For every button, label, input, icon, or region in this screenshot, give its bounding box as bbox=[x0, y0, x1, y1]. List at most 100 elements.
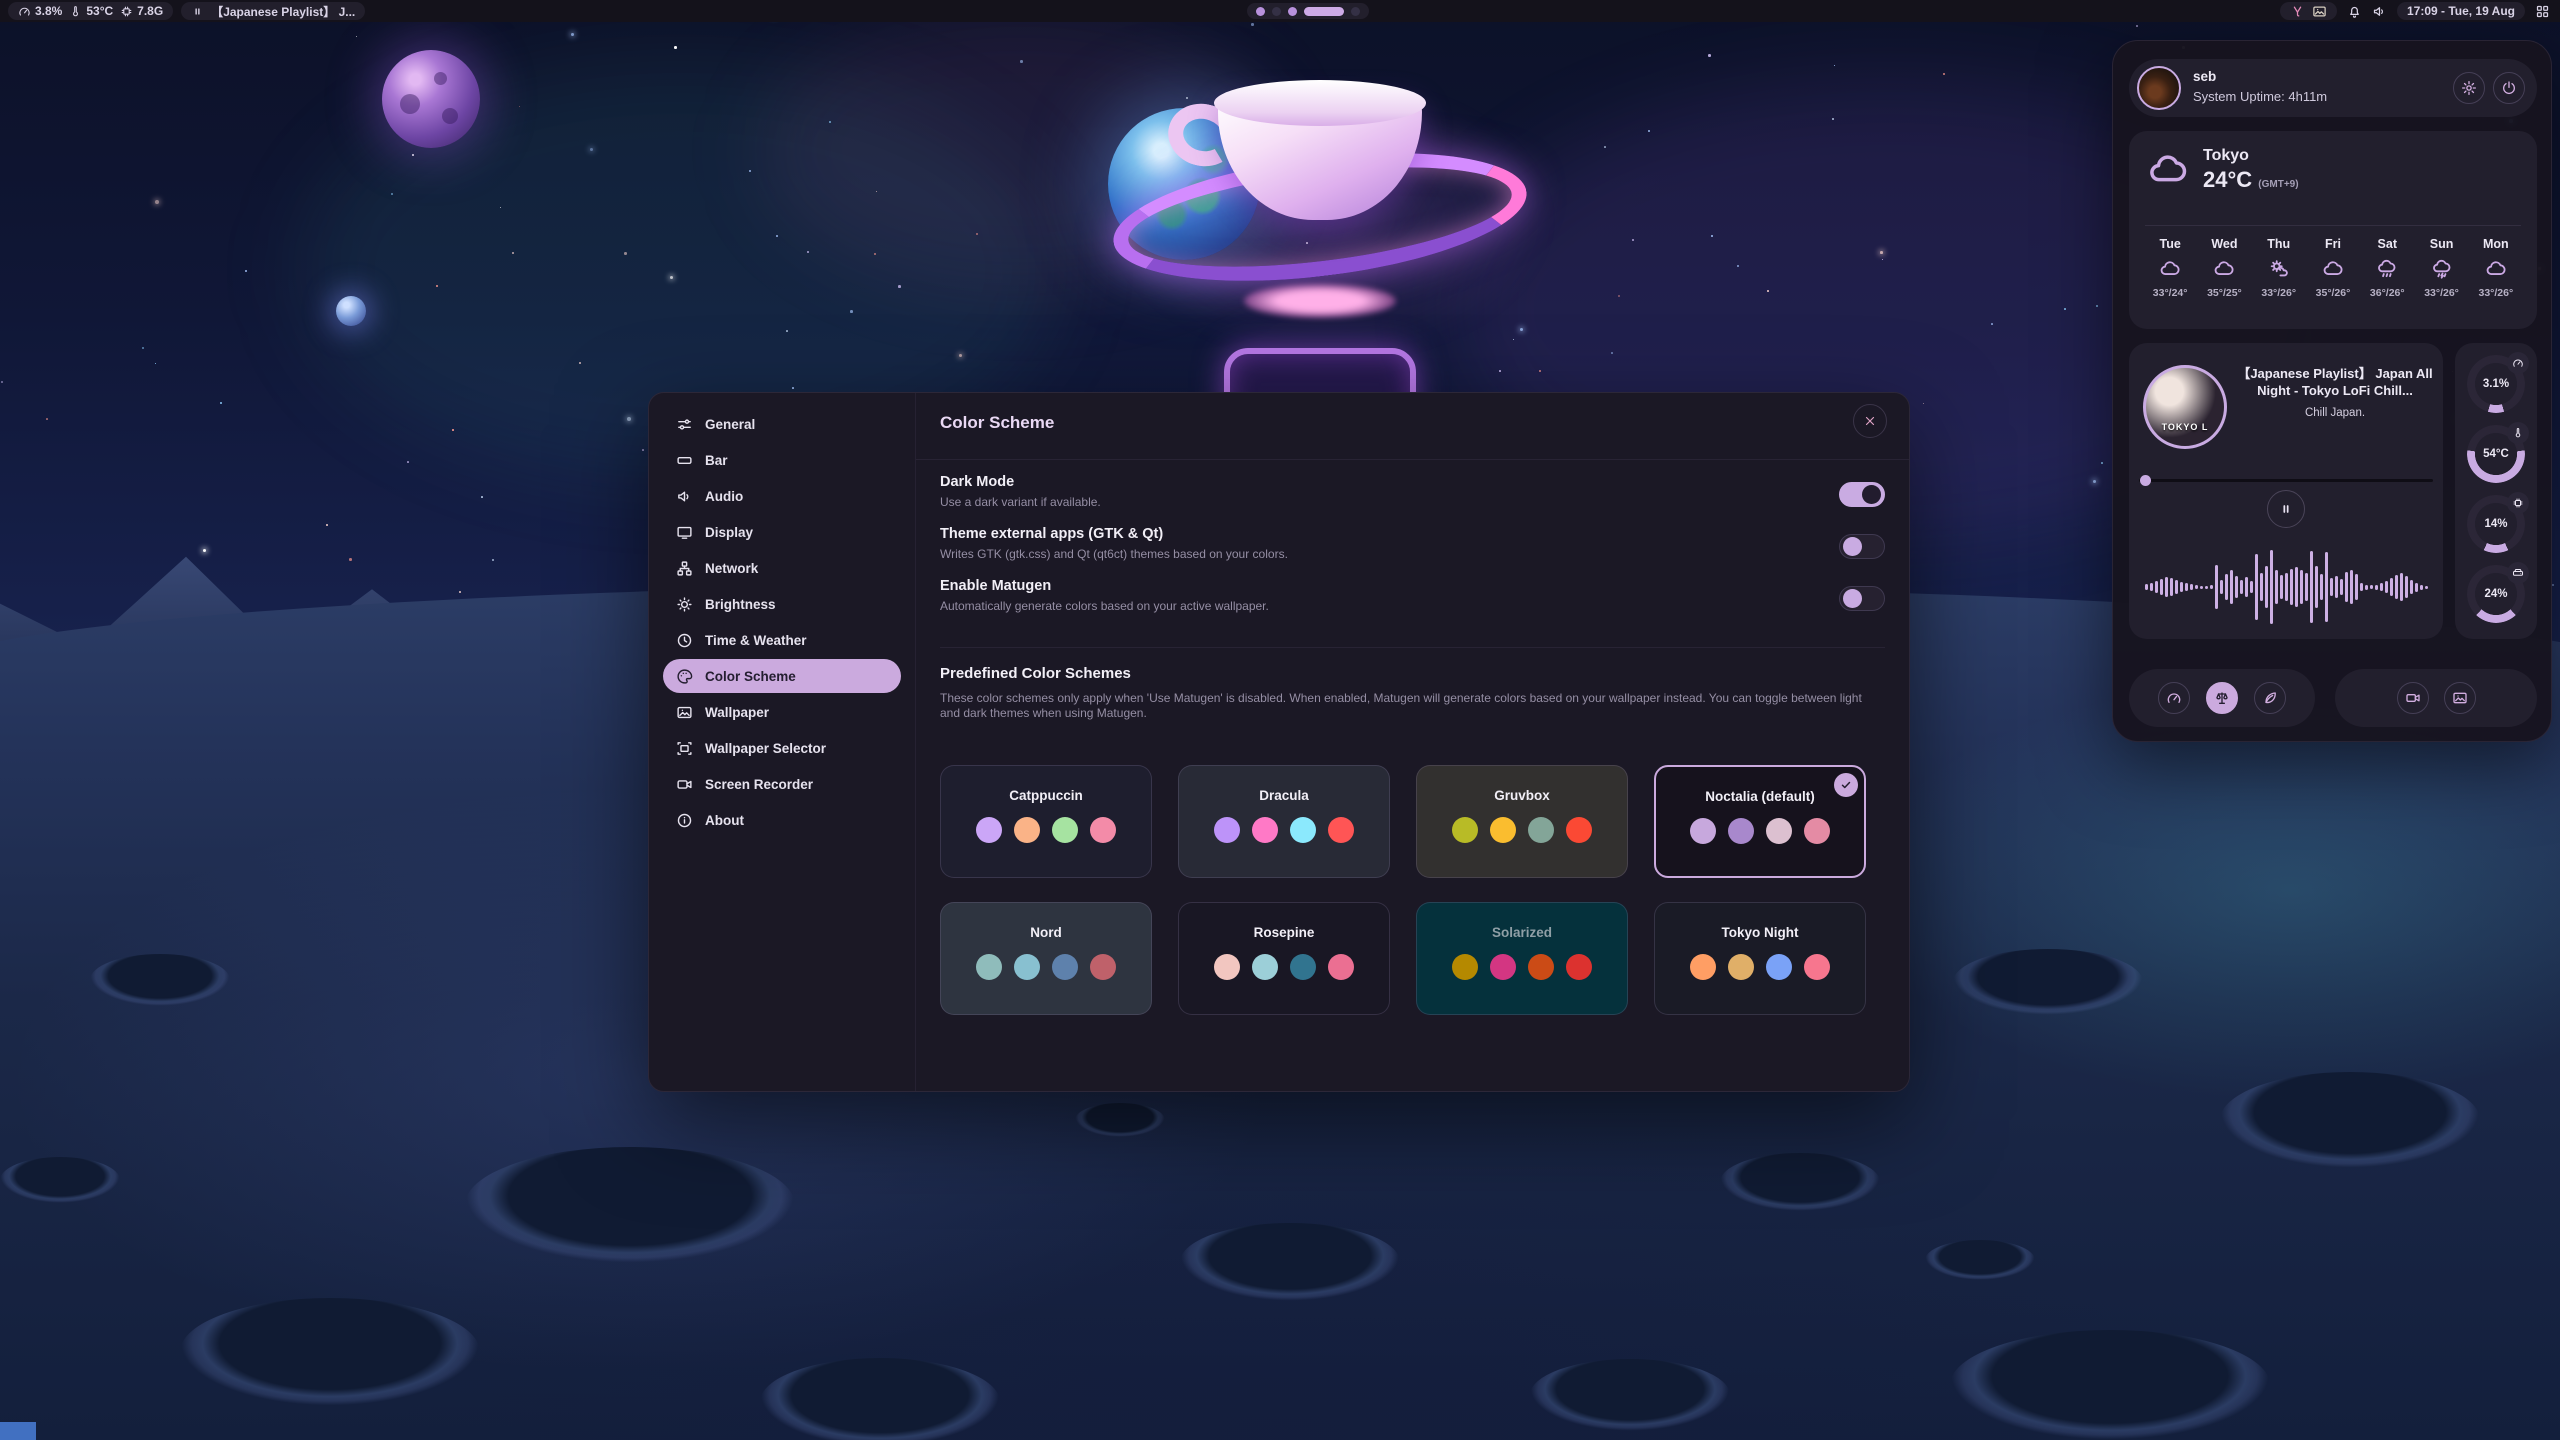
workspace-dot[interactable] bbox=[1351, 7, 1360, 16]
weather-day-mon: Mon33°/26° bbox=[2469, 237, 2523, 299]
scheme-card-gruvbox[interactable]: Gruvbox bbox=[1416, 765, 1628, 878]
color-swatch bbox=[1452, 954, 1478, 980]
tray-app-icon[interactable] bbox=[2290, 4, 2305, 19]
day-temps: 35°/26° bbox=[2316, 287, 2351, 299]
gauge-thermometer: 54°C bbox=[2467, 425, 2525, 483]
star bbox=[792, 387, 794, 389]
sidebar-item-bar[interactable]: Bar bbox=[663, 443, 901, 477]
viz-bar bbox=[2255, 554, 2258, 620]
toggle-rows: Dark ModeUse a dark variant if available… bbox=[940, 471, 1885, 627]
star bbox=[1499, 370, 1501, 372]
scheme-card-tokyo-night[interactable]: Tokyo Night bbox=[1654, 902, 1866, 1015]
sidebar-item-network[interactable]: Network bbox=[663, 551, 901, 585]
day-temps: 33°/26° bbox=[2424, 287, 2459, 299]
viz-bar bbox=[2275, 570, 2278, 604]
quick-button-wallpaper[interactable] bbox=[2444, 682, 2476, 714]
sidebar-item-wallpaper-selector[interactable]: Wallpaper Selector bbox=[663, 731, 901, 765]
viz-bar bbox=[2385, 581, 2388, 593]
color-swatch bbox=[1528, 954, 1554, 980]
scheme-card-nord[interactable]: Nord bbox=[940, 902, 1152, 1015]
day-name: Sun bbox=[2430, 237, 2454, 251]
network-icon bbox=[676, 560, 693, 577]
sidebar-item-color-scheme[interactable]: Color Scheme bbox=[663, 659, 901, 693]
toggle-knob bbox=[1843, 537, 1862, 556]
quick-button-screen-recorder[interactable] bbox=[2397, 682, 2429, 714]
settings-sidebar: GeneralBarAudioDisplayNetworkBrightnessT… bbox=[649, 393, 916, 1091]
control-panel: seb System Uptime: 4h11m Tokyo 24°C (GMT… bbox=[2112, 40, 2552, 742]
profile-button-balanced[interactable] bbox=[2206, 682, 2238, 714]
setting-title: Enable Matugen bbox=[940, 575, 1885, 594]
workspace-indicator bbox=[1247, 3, 1369, 19]
profile-button-performance[interactable] bbox=[2158, 682, 2190, 714]
crater bbox=[1950, 1330, 2270, 1440]
sidebar-item-brightness[interactable]: Brightness bbox=[663, 587, 901, 621]
disk-icon bbox=[2507, 562, 2529, 584]
star bbox=[203, 549, 206, 552]
sidebar-item-label: About bbox=[705, 813, 744, 828]
star bbox=[1539, 370, 1541, 372]
star bbox=[220, 402, 222, 404]
cpu-value: 3.8% bbox=[35, 4, 62, 18]
weather-day-sat: Sat36°/26° bbox=[2360, 237, 2414, 299]
clock-pill[interactable]: 17:09 - Tue, 19 Aug bbox=[2397, 2, 2525, 20]
toggle-theme-external-apps-gtk-qt[interactable] bbox=[1839, 534, 1885, 559]
scheme-card-dracula[interactable]: Dracula bbox=[1178, 765, 1390, 878]
scheme-card-rosepine[interactable]: Rosepine bbox=[1178, 902, 1390, 1015]
sidebar-item-time-weather[interactable]: Time & Weather bbox=[663, 623, 901, 657]
weather-day-thu: Thu33°/26° bbox=[2252, 237, 2306, 299]
viz-bar bbox=[2200, 586, 2203, 589]
gauge-icon bbox=[2166, 690, 2182, 706]
viz-bar bbox=[2280, 575, 2283, 599]
play-pause-button[interactable] bbox=[2267, 490, 2305, 528]
gauge-chip: 14% bbox=[2467, 495, 2525, 553]
media-progress-bar[interactable] bbox=[2139, 479, 2433, 482]
workspace-dot[interactable] bbox=[1256, 7, 1265, 16]
tray-image-icon[interactable] bbox=[2312, 4, 2327, 19]
crater bbox=[2220, 1072, 2480, 1168]
scheme-card-solarized[interactable]: Solarized bbox=[1416, 902, 1628, 1015]
progress-handle[interactable] bbox=[2140, 475, 2151, 486]
power-icon bbox=[2501, 80, 2517, 96]
media-pill[interactable]: 【Japanese Playlist】 J... bbox=[181, 2, 365, 20]
sidebar-item-wallpaper[interactable]: Wallpaper bbox=[663, 695, 901, 729]
color-swatch bbox=[1528, 817, 1554, 843]
app-launcher-icon[interactable] bbox=[2535, 4, 2550, 19]
toggle-enable-matugen[interactable] bbox=[1839, 586, 1885, 611]
day-name: Sat bbox=[2378, 237, 2397, 251]
video-icon bbox=[676, 776, 693, 793]
video-icon bbox=[2405, 690, 2421, 706]
workspace-dot[interactable] bbox=[1304, 7, 1344, 16]
sidebar-item-about[interactable]: About bbox=[663, 803, 901, 837]
scheme-card-noctalia-default[interactable]: Noctalia (default) bbox=[1654, 765, 1866, 878]
star bbox=[674, 46, 677, 49]
color-swatch bbox=[1490, 954, 1516, 980]
sidebar-item-audio[interactable]: Audio bbox=[663, 479, 901, 513]
star bbox=[776, 235, 778, 237]
star bbox=[155, 363, 156, 364]
viz-bar bbox=[2245, 577, 2248, 597]
close-button[interactable] bbox=[1853, 404, 1887, 438]
power-button[interactable] bbox=[2493, 72, 2525, 104]
workspace-dot[interactable] bbox=[1288, 7, 1297, 16]
viz-bar bbox=[2315, 566, 2318, 608]
star bbox=[412, 154, 414, 156]
scheme-card-catppuccin[interactable]: Catppuccin bbox=[940, 765, 1152, 878]
star bbox=[786, 330, 788, 332]
notifications-icon[interactable] bbox=[2347, 4, 2362, 19]
sidebar-item-screen-recorder[interactable]: Screen Recorder bbox=[663, 767, 901, 801]
workspace-dot[interactable] bbox=[1272, 7, 1281, 16]
viz-bar bbox=[2145, 584, 2148, 590]
sidebar-item-general[interactable]: General bbox=[663, 407, 901, 441]
clock-icon bbox=[676, 632, 693, 649]
color-swatch bbox=[1766, 818, 1792, 844]
wallpaper-selector-icon bbox=[676, 740, 693, 757]
toggle-dark-mode[interactable] bbox=[1839, 482, 1885, 507]
settings-button[interactable] bbox=[2453, 72, 2485, 104]
profile-button-power-saver[interactable] bbox=[2254, 682, 2286, 714]
volume-icon[interactable] bbox=[2372, 4, 2387, 19]
sidebar-item-display[interactable]: Display bbox=[663, 515, 901, 549]
star bbox=[326, 524, 328, 526]
color-swatch bbox=[1214, 954, 1240, 980]
display-icon bbox=[676, 524, 693, 541]
viz-bar bbox=[2150, 583, 2153, 591]
